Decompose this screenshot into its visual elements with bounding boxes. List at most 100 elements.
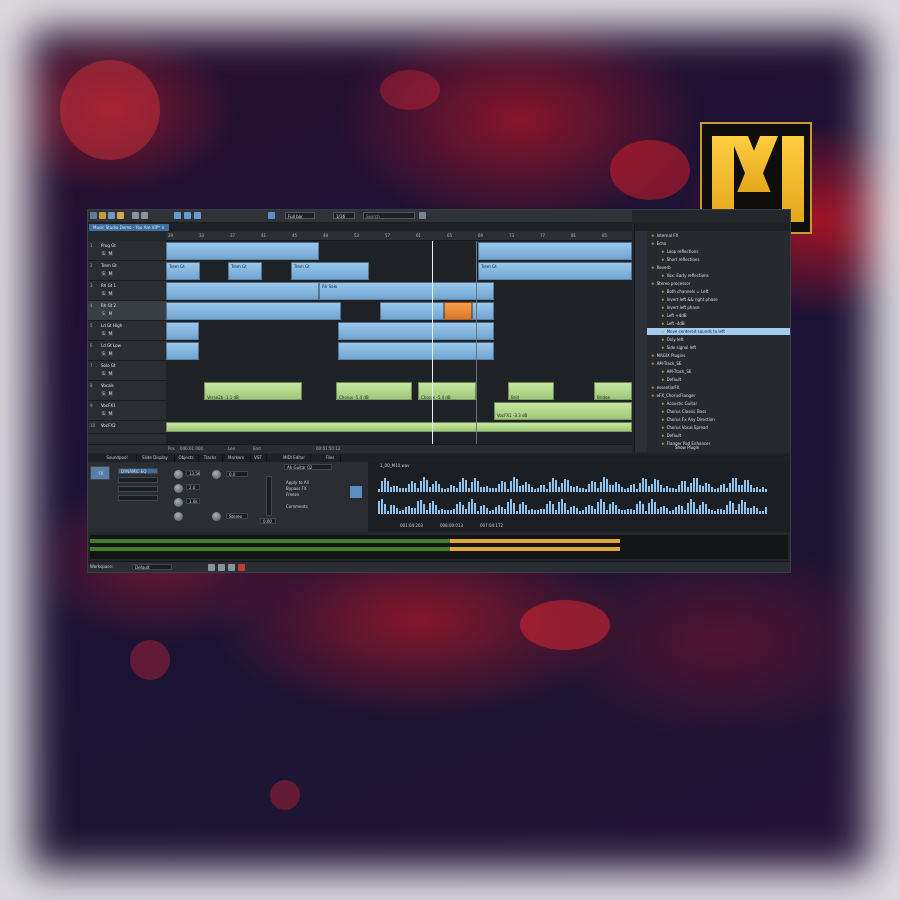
fx-slot[interactable] <box>118 486 158 492</box>
tab-vst[interactable]: VST <box>250 454 267 462</box>
track-header[interactable]: 7 Solo Gt S M <box>88 361 166 381</box>
favorite-star-icon[interactable]: ★ <box>661 321 665 326</box>
audio-clip[interactable]: Bridge <box>594 382 632 400</box>
browser-preset[interactable]: ★ Chorus Fx Any Direction <box>647 416 790 423</box>
search-icon[interactable] <box>419 212 426 219</box>
browser-preset[interactable]: ★ Chorus Classic Bass <box>647 408 790 415</box>
open-icon[interactable] <box>99 212 106 219</box>
audio-clip[interactable] <box>166 342 199 360</box>
browser-preset[interactable]: ★ Chorus Vocal Spread <box>647 424 790 431</box>
editor-end[interactable]: 007:04:172 <box>478 523 504 529</box>
audio-clip[interactable] <box>166 282 319 300</box>
track-header[interactable]: 9 VocFX1 S M <box>88 401 166 421</box>
mute-button[interactable]: M <box>108 391 113 396</box>
pos-value[interactable]: 046:01:000 <box>180 446 203 451</box>
favorite-star-icon[interactable]: ★ <box>651 353 655 358</box>
redo-icon[interactable] <box>141 212 148 219</box>
arrangement-area[interactable]: Trem Gt Trem Gt Trem Gt Trem Gt Rh Solo … <box>166 241 632 444</box>
browser-preset[interactable]: ★ Default <box>647 376 790 383</box>
browser-preset[interactable]: ★ Acoustic Guitar <box>647 400 790 407</box>
favorite-star-icon[interactable]: ★ <box>661 441 665 446</box>
audio-clip-selected[interactable] <box>444 302 472 320</box>
solo-button[interactable]: S <box>101 391 106 396</box>
search-input[interactable]: Search <box>363 212 415 219</box>
audio-clip[interactable]: Chorus -5.4 dB <box>336 382 412 400</box>
track-header[interactable]: 2 Trem Gt S M <box>88 261 166 281</box>
favorite-star-icon[interactable]: ★ <box>661 409 665 414</box>
mute-button[interactable]: M <box>108 331 113 336</box>
favorite-star-icon[interactable]: ★ <box>651 393 655 398</box>
favorite-star-icon[interactable]: ★ <box>651 281 655 286</box>
audio-clip[interactable]: Trem Gt <box>228 262 262 280</box>
volume-fader[interactable] <box>266 476 272 516</box>
split-icon[interactable] <box>184 212 191 219</box>
tab-soundpool[interactable]: Soundpool <box>98 454 137 462</box>
solo-button[interactable]: S <box>101 291 106 296</box>
solo-button[interactable]: S <box>101 411 106 416</box>
browser-preset[interactable]: ★ Left -4dB <box>647 320 790 327</box>
editor-len[interactable]: 008:00:013 <box>438 523 464 529</box>
audio-clip[interactable] <box>166 422 632 432</box>
browser-folder[interactable]: ★ Stereo processor <box>647 280 790 287</box>
audio-clip[interactable]: Brid <box>508 382 554 400</box>
pan-knob[interactable] <box>212 470 221 479</box>
browser-folder[interactable]: ★ eFX_ChorusFlanger <box>647 392 790 399</box>
track-header[interactable]: 3 Rh Gt 1 SM <box>88 281 166 301</box>
workspace-select[interactable]: Default <box>132 564 172 570</box>
grid-select[interactable]: 1/16 <box>333 212 355 219</box>
solo-button[interactable]: S <box>101 331 106 336</box>
favorite-star-icon[interactable]: ★ <box>661 433 665 438</box>
waveform-right[interactable] <box>378 498 782 514</box>
waveform-left[interactable] <box>378 476 782 492</box>
undo-icon[interactable] <box>132 212 139 219</box>
freq-knob[interactable] <box>174 484 183 493</box>
favorite-star-icon[interactable]: ★ <box>651 241 655 246</box>
audio-clip[interactable]: VocFX1 -3.3 dB <box>494 402 632 420</box>
browser-preset[interactable]: ★ Invert left && right phase <box>647 296 790 303</box>
cut-icon[interactable] <box>174 212 181 219</box>
eq-value[interactable]: 13.5k <box>186 470 200 476</box>
favorite-star-icon[interactable]: ★ <box>651 233 655 238</box>
track-header[interactable]: 4 Rh Gt 2 SM <box>88 301 166 321</box>
browser-folder[interactable]: ★ MAGIX Plugins <box>647 352 790 359</box>
editor-pos[interactable]: 001:04:203 <box>398 523 424 529</box>
browser-preset[interactable]: ★ Short reflections <box>647 256 790 263</box>
mute-button[interactable]: M <box>108 371 113 376</box>
browser-folder[interactable]: ★ Reverb <box>647 264 790 271</box>
play-preview-button[interactable] <box>350 486 362 498</box>
favorite-star-icon[interactable]: ★ <box>661 345 665 350</box>
favorite-star-icon[interactable]: ★ <box>661 313 665 318</box>
tab-tracks[interactable]: Tracks <box>198 454 223 462</box>
audio-clip[interactable] <box>380 302 444 320</box>
show-plugin-toggle[interactable]: Show Plugin <box>675 444 790 451</box>
browser-preset[interactable]: ★ AM-Track_SE <box>647 368 790 375</box>
preset-field[interactable]: Ah Guitar 02 <box>284 464 332 470</box>
level-knob[interactable] <box>174 512 183 521</box>
browser-folder[interactable]: ★ Echo <box>647 240 790 247</box>
audio-clip[interactable]: Trem Gt <box>478 262 632 280</box>
audio-clip[interactable] <box>338 322 494 340</box>
track-header[interactable]: 10 VocFX2 <box>88 421 166 434</box>
fx-slot[interactable] <box>118 477 158 483</box>
tab-objects[interactable]: Objects <box>174 454 199 462</box>
fx-slot[interactable] <box>118 495 158 501</box>
favorite-star-icon[interactable]: ★ <box>651 361 655 366</box>
rewind-icon[interactable] <box>208 564 215 571</box>
favorite-star-icon[interactable]: ★ <box>661 297 665 302</box>
audio-clip[interactable]: Trem Gt <box>166 262 200 280</box>
audio-clip[interactable]: Trem Gt <box>291 262 369 280</box>
favorite-star-icon[interactable]: ★ <box>661 329 665 334</box>
timeline-ruler[interactable]: 29 33 37 41 45 49 53 57 61 65 69 73 77 8… <box>166 232 632 241</box>
mute-button[interactable]: M <box>108 291 113 296</box>
browser-preset[interactable]: ★ Left +4dB <box>647 312 790 319</box>
q-knob[interactable] <box>174 498 183 507</box>
draw-icon[interactable] <box>194 212 201 219</box>
browser-preset[interactable]: ★ Side signal left <box>647 344 790 351</box>
favorite-star-icon[interactable]: ★ <box>661 337 665 342</box>
audio-clip[interactable]: Chorus -5.4 dB <box>418 382 476 400</box>
mute-button[interactable]: M <box>108 251 113 256</box>
audio-clip[interactable] <box>166 302 341 320</box>
audio-clip[interactable]: Rh Solo <box>319 282 494 300</box>
tab-files[interactable]: Files <box>320 454 341 462</box>
audio-clip[interactable] <box>166 322 199 340</box>
